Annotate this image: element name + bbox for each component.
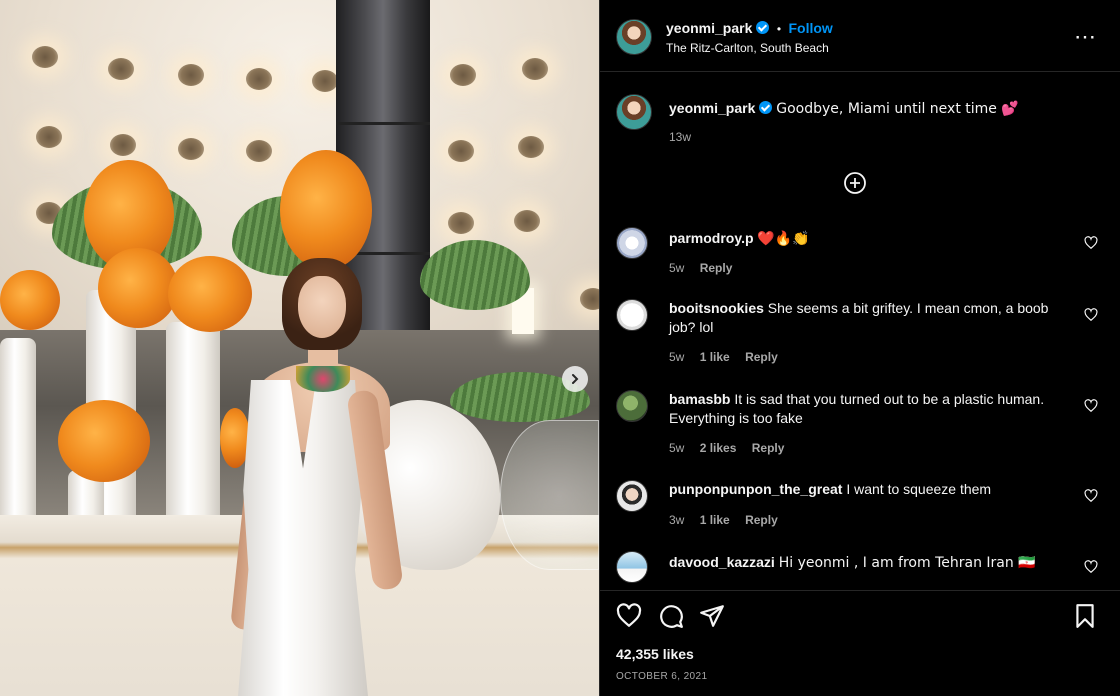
- wall-light: [514, 210, 540, 232]
- comment-body: I want to squeeze them: [846, 481, 992, 497]
- heart-icon[interactable]: [1084, 308, 1098, 322]
- reply-button[interactable]: Reply: [745, 350, 778, 364]
- username-link[interactable]: yeonmi_park: [669, 100, 755, 116]
- username-link[interactable]: bamasbb: [669, 391, 730, 407]
- timestamp[interactable]: 5w: [669, 261, 684, 275]
- comment-text: parmodroy.p ❤️🔥👏: [669, 229, 1069, 249]
- avatar[interactable]: [616, 227, 648, 259]
- post-date[interactable]: OCTOBER 6, 2021: [616, 671, 707, 682]
- action-bar: 42,355 likes OCTOBER 6, 2021: [600, 590, 1120, 696]
- heart-icon[interactable]: [1084, 399, 1098, 413]
- plus-circle-icon[interactable]: [843, 171, 867, 195]
- woman-face: [298, 276, 346, 338]
- likes-count[interactable]: 2 likes: [700, 441, 737, 455]
- reply-button[interactable]: Reply: [745, 513, 778, 527]
- likes-count[interactable]: 1 like: [700, 513, 730, 527]
- timestamp[interactable]: 5w: [669, 441, 684, 455]
- username-link[interactable]: booitsnookies: [669, 300, 764, 316]
- comment-text: punponpunpon_the_great I want to squeeze…: [669, 480, 1069, 499]
- comment-meta: 5w 1 like Reply: [669, 350, 790, 364]
- comment-meta: 5w 2 likes Reply: [669, 441, 796, 455]
- reply-button[interactable]: Reply: [752, 441, 785, 455]
- wall-light: [110, 134, 136, 156]
- header-title-line: yeonmi_park • Follow: [666, 20, 833, 38]
- likes-count[interactable]: 42,355 likes: [616, 646, 694, 662]
- wall-light: [450, 64, 476, 86]
- avatar[interactable]: [616, 19, 652, 55]
- comment-bubble-icon[interactable]: [658, 603, 684, 629]
- wall-light: [312, 70, 338, 92]
- wall-light: [448, 212, 474, 234]
- orchid-bloom: [58, 400, 150, 482]
- wall-light: [108, 58, 134, 80]
- comment-body: Hi yeonmi , I am from Tehran Iran 🇮🇷: [778, 555, 1036, 571]
- avatar[interactable]: [616, 390, 648, 422]
- paper-plane-icon[interactable]: [699, 603, 725, 629]
- separator-dot: •: [776, 22, 782, 36]
- comment-body: ❤️🔥👏: [757, 231, 810, 247]
- bookmark-icon[interactable]: [1072, 603, 1098, 629]
- username-link[interactable]: yeonmi_park: [666, 20, 752, 36]
- wall-light: [448, 140, 474, 162]
- caption-body: Goodbye, Miami until next time 💕: [776, 101, 1019, 117]
- caption-text: yeonmi_park Goodbye, Miami until next ti…: [669, 99, 1069, 119]
- username-link[interactable]: punponpunpon_the_great: [669, 481, 842, 497]
- comment-text: bamasbb It is sad that you turned out to…: [669, 390, 1069, 428]
- post-side-panel: yeonmi_park • Follow The Ritz-Carlton, S…: [599, 0, 1120, 696]
- orchid-bloom: [280, 150, 372, 270]
- statement-necklace: [296, 366, 350, 392]
- verified-badge-icon: [759, 101, 773, 114]
- orchid-bloom: [168, 256, 252, 332]
- comment-text: davood_kazzazi Hi yeonmi , I am from Teh…: [669, 553, 1069, 573]
- reply-button[interactable]: Reply: [700, 261, 733, 275]
- wall-light: [246, 68, 272, 90]
- vase: [0, 338, 36, 534]
- avatar[interactable]: [616, 94, 652, 130]
- comments-section[interactable]: yeonmi_park Goodbye, Miami until next ti…: [600, 72, 1120, 590]
- avatar[interactable]: [616, 299, 648, 331]
- caption-meta: 13w: [669, 130, 703, 144]
- heart-icon[interactable]: [1084, 560, 1098, 574]
- orchid-bloom: [0, 270, 60, 330]
- wall-light: [246, 140, 272, 162]
- username-link[interactable]: davood_kazzazi: [669, 554, 775, 570]
- wall-light: [178, 138, 204, 160]
- comment-text: booitsnookies She seems a bit griftey. I…: [669, 299, 1069, 337]
- comment-meta: 5w Reply: [669, 261, 744, 275]
- location-link[interactable]: The Ritz-Carlton, South Beach: [666, 41, 829, 55]
- avatar[interactable]: [616, 480, 648, 512]
- post-header: yeonmi_park • Follow The Ritz-Carlton, S…: [600, 0, 1120, 72]
- username-link[interactable]: parmodroy.p: [669, 230, 754, 246]
- glass-bowl: [500, 420, 599, 570]
- heart-icon[interactable]: [1084, 489, 1098, 503]
- wall-light: [518, 136, 544, 158]
- avatar[interactable]: [616, 551, 648, 583]
- likes-count[interactable]: 1 like: [700, 350, 730, 364]
- wall-light: [36, 126, 62, 148]
- wall-light: [32, 46, 58, 68]
- wall-light: [522, 58, 548, 80]
- chevron-right-icon[interactable]: [562, 366, 588, 392]
- timestamp[interactable]: 3w: [669, 513, 684, 527]
- wall-light: [178, 64, 204, 86]
- post-photo[interactable]: [0, 0, 599, 696]
- wall-light: [580, 288, 599, 310]
- more-options-icon[interactable]: ⋯: [1074, 24, 1097, 50]
- comment-meta: 3w 1 like Reply: [669, 513, 790, 527]
- orchid-bloom: [98, 248, 178, 328]
- follow-button[interactable]: Follow: [788, 20, 832, 36]
- heart-icon[interactable]: [616, 603, 642, 629]
- column-ring: [336, 122, 430, 125]
- timestamp[interactable]: 5w: [669, 350, 684, 364]
- verified-badge-icon: [756, 21, 770, 34]
- timestamp[interactable]: 13w: [669, 130, 691, 144]
- heart-icon[interactable]: [1084, 236, 1098, 250]
